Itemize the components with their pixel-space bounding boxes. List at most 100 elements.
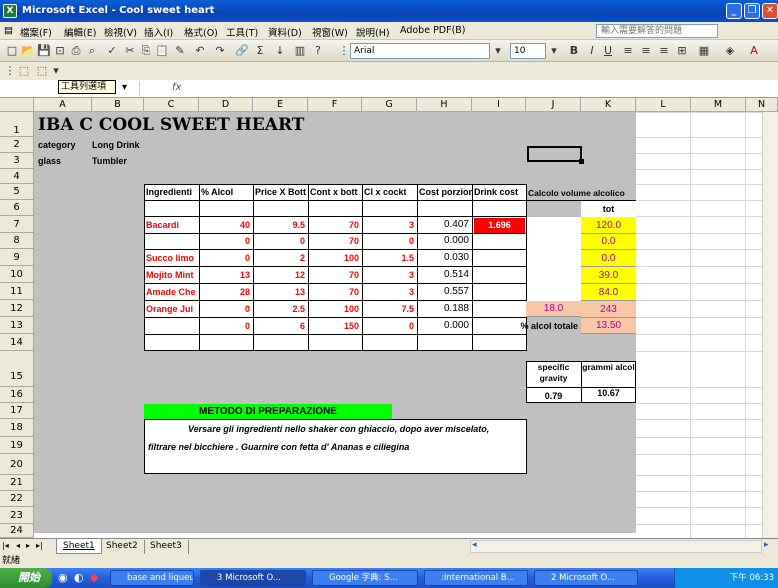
cocktail-title[interactable]: IBA C COOL SWEET HEART xyxy=(38,113,338,137)
worksheet-grid[interactable]: A B C D E F G H I J K L M N 1 2 3 4 5 6 … xyxy=(0,98,778,538)
scroll-left-icon[interactable]: ◂ xyxy=(472,540,477,550)
format-painter-icon[interactable]: ✎ xyxy=(172,43,188,59)
ingredient-price[interactable]: 12 xyxy=(253,267,308,283)
row-header[interactable]: 22 xyxy=(0,491,34,507)
ingredient-name[interactable]: Amade Che xyxy=(146,284,199,300)
insert-function-icon[interactable]: fx xyxy=(172,82,181,93)
row-header[interactable]: 3 xyxy=(0,153,34,169)
name-box-dropdown-icon[interactable]: ▾ xyxy=(122,82,127,93)
header-cont[interactable]: Cont x bott xyxy=(310,184,362,200)
column-header[interactable]: G xyxy=(362,98,417,112)
column-header[interactable]: F xyxy=(308,98,362,112)
row-header[interactable]: 20 xyxy=(0,454,34,475)
tot-value[interactable]: 39.0 xyxy=(581,267,636,284)
paste-icon[interactable]: 📋 xyxy=(154,43,170,59)
hyperlink-icon[interactable]: 🔗 xyxy=(234,43,250,59)
ingredient-alcol[interactable]: 0 xyxy=(199,250,253,266)
menu-adobe-pdf[interactable]: Adobe PDF(B) xyxy=(400,25,466,36)
sort-ascending-icon[interactable]: ↓ xyxy=(272,43,288,59)
ingredient-alcol[interactable]: 0 xyxy=(199,318,253,334)
tab-sheet1[interactable]: Sheet1 xyxy=(56,539,102,554)
undo-icon[interactable]: ↶ xyxy=(192,43,208,59)
align-right-icon[interactable]: ≡ xyxy=(656,43,672,59)
tot-value[interactable]: 0.0 xyxy=(581,250,636,267)
ingredient-name[interactable]: Orange Jui xyxy=(146,301,199,317)
menu-window[interactable]: 視窗(W) xyxy=(312,25,348,39)
fill-handle[interactable] xyxy=(579,159,584,164)
header-cost-porzione[interactable]: Cost porzion xyxy=(419,184,472,200)
pdf-icon[interactable]: ⬚ xyxy=(16,63,32,79)
column-header[interactable]: L xyxy=(636,98,691,112)
column-header[interactable]: C xyxy=(144,98,199,112)
ingredient-cl[interactable]: 3 xyxy=(362,284,417,300)
tot-value[interactable]: 0.0 xyxy=(581,234,636,250)
category-label[interactable]: category xyxy=(38,137,90,153)
excel-icon[interactable]: X xyxy=(3,4,17,18)
chart-wizard-icon[interactable]: ▥ xyxy=(292,43,308,59)
borders-icon[interactable]: ▦ xyxy=(696,43,712,59)
ingredient-cl[interactable]: 0 xyxy=(362,233,417,249)
active-cell-selection[interactable] xyxy=(527,146,582,162)
category-value[interactable]: Long Drink xyxy=(92,137,144,153)
column-header[interactable]: I xyxy=(472,98,526,112)
column-header[interactable]: B xyxy=(92,98,144,112)
font-name-select[interactable]: Arial xyxy=(350,43,490,59)
prev-sheet-icon[interactable]: ◂ xyxy=(16,541,20,550)
row-header[interactable]: 17 xyxy=(0,403,34,419)
glass-label[interactable]: glass xyxy=(38,153,90,169)
ingredient-cost[interactable]: 0.000 xyxy=(417,318,472,334)
row-header[interactable]: 24 xyxy=(0,524,34,538)
taskbar-item[interactable]: 3 Microsoft O... xyxy=(200,570,306,586)
ingredient-alcol[interactable]: 13 xyxy=(199,267,253,283)
row-header[interactable]: 5 xyxy=(0,184,34,200)
specific-gravity-value[interactable]: 0.79 xyxy=(527,388,580,404)
row-header[interactable]: 11 xyxy=(0,283,34,300)
row-header[interactable]: 13 xyxy=(0,317,34,334)
row-header[interactable]: 9 xyxy=(0,249,34,266)
ingredient-cont[interactable]: 70 xyxy=(308,233,362,249)
row-header[interactable]: 15 xyxy=(0,351,34,387)
header-drink-cost[interactable]: Drink cost xyxy=(474,184,526,200)
ingredient-cost[interactable]: 0.030 xyxy=(417,250,472,266)
tab-sheet3[interactable]: Sheet3 xyxy=(144,540,189,554)
ingredient-cont[interactable]: 100 xyxy=(308,301,362,317)
column-header[interactable]: A xyxy=(34,98,92,112)
ingredient-cont[interactable]: 70 xyxy=(308,284,362,300)
row-header[interactable]: 6 xyxy=(0,200,34,216)
ingredient-cl[interactable]: 3 xyxy=(362,217,417,233)
column-header[interactable]: N xyxy=(746,98,778,112)
row-header[interactable]: 4 xyxy=(0,169,34,184)
column-header[interactable]: K xyxy=(581,98,636,112)
merge-center-icon[interactable]: ⊞ xyxy=(674,43,690,59)
menu-edit[interactable]: 編輯(E) xyxy=(64,25,96,39)
ingredient-alcol[interactable]: 28 xyxy=(199,284,253,300)
bold-button[interactable]: B xyxy=(566,43,582,59)
open-icon[interactable]: 📂 xyxy=(20,43,36,59)
next-sheet-icon[interactable]: ▸ xyxy=(26,541,30,550)
row-header[interactable]: 1 xyxy=(0,112,34,137)
row-header[interactable]: 10 xyxy=(0,266,34,283)
close-button[interactable]: ✕ xyxy=(762,3,778,19)
redo-icon[interactable]: ↷ xyxy=(212,43,228,59)
help-search-input[interactable]: 輸入需要解答的問題 xyxy=(596,24,718,38)
quicklaunch-icon[interactable]: ◐ xyxy=(74,571,84,584)
align-left-icon[interactable]: ≡ xyxy=(620,43,636,59)
ingredient-price[interactable]: 13 xyxy=(253,284,308,300)
ingredient-cont[interactable]: 100 xyxy=(308,250,362,266)
ingredient-price[interactable]: 2.5 xyxy=(253,301,308,317)
alcol-totale-label[interactable]: % alcol totale xyxy=(502,318,581,334)
row-header[interactable]: 23 xyxy=(0,507,34,524)
menu-view[interactable]: 檢視(V) xyxy=(104,25,137,39)
tot-label[interactable]: tot xyxy=(581,201,636,217)
header-price[interactable]: Price X Bott xyxy=(255,184,308,200)
tot-value[interactable]: 84.0 xyxy=(581,284,636,301)
calc-volume-title[interactable]: Calcolo volume alcolico xyxy=(528,185,636,201)
ingredient-price[interactable]: 6 xyxy=(253,318,308,334)
taskbar-item[interactable]: :International B... xyxy=(424,570,528,586)
scroll-right-icon[interactable]: ▸ xyxy=(764,540,769,550)
print-preview-icon[interactable]: ⌕ xyxy=(84,43,100,59)
help-icon[interactable]: ? xyxy=(310,43,326,59)
column-header[interactable]: M xyxy=(691,98,746,112)
fill-color-icon[interactable]: ◈ xyxy=(722,43,738,59)
autosum-icon[interactable]: Σ xyxy=(252,43,268,59)
